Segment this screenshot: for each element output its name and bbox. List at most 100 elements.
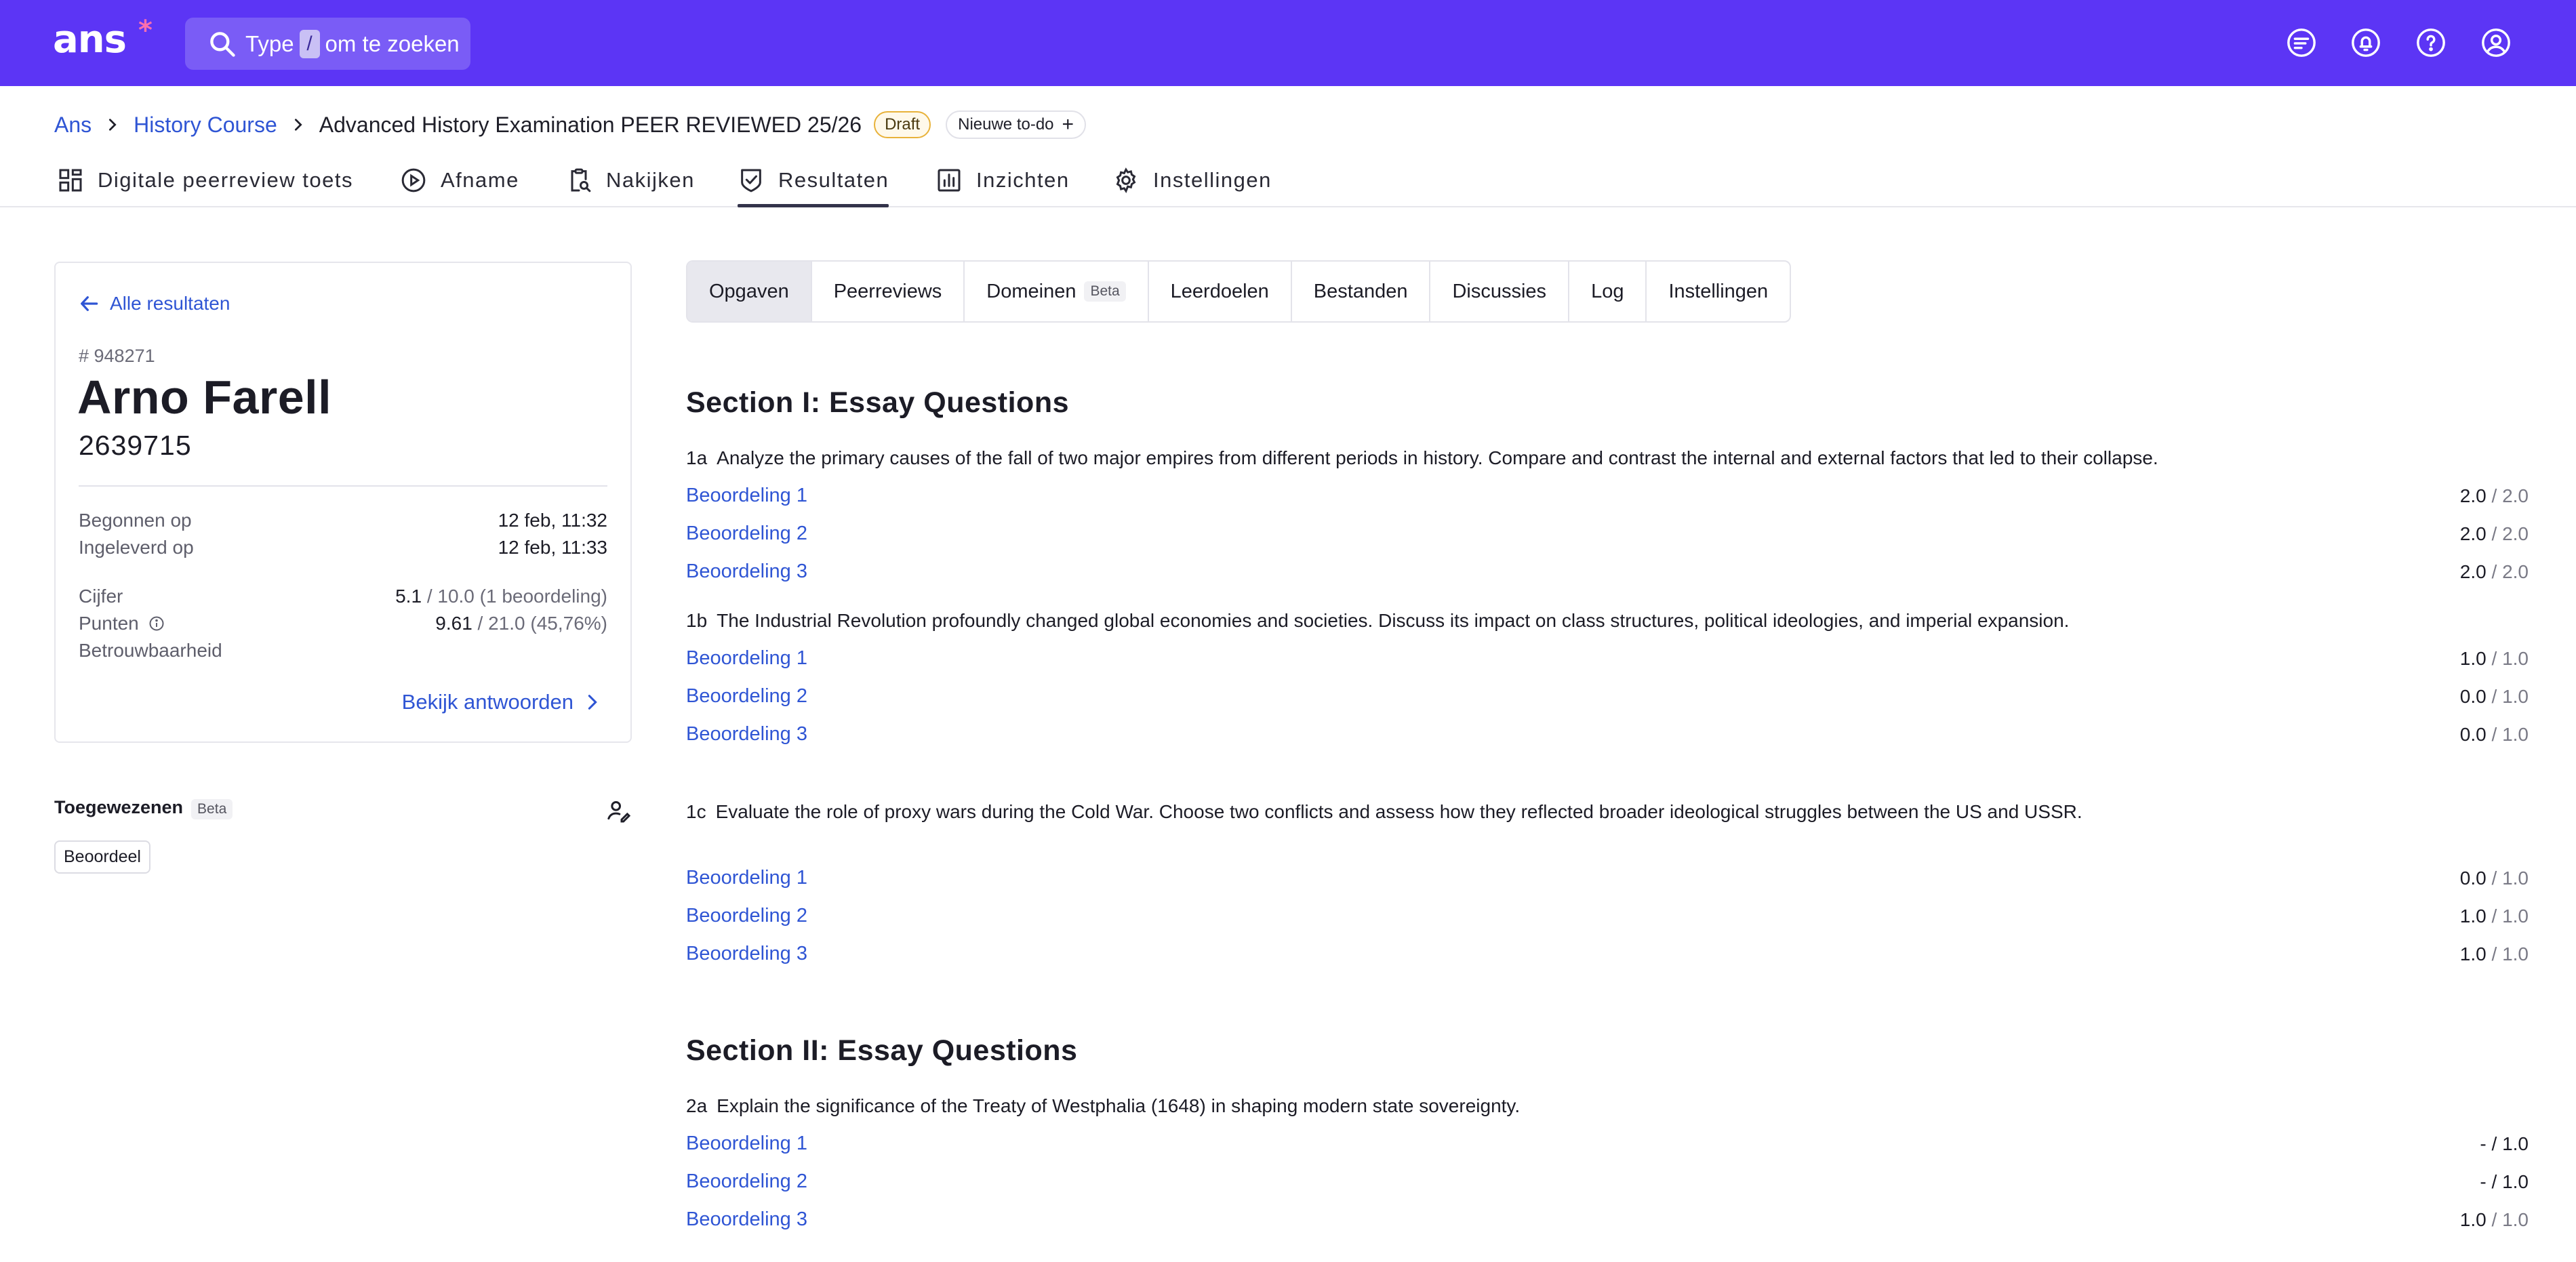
score-max: / 2.0 xyxy=(2491,523,2529,544)
question-body: Evaluate the role of proxy wars during t… xyxy=(715,801,2082,822)
review-link[interactable]: Beoordeling 3 xyxy=(686,1208,807,1231)
tab-domeinen[interactable]: Domeinen Beta xyxy=(965,262,1149,321)
score-value: 0.0 xyxy=(2459,686,2487,707)
logo-star: * xyxy=(138,15,153,46)
nav-item-inzichten[interactable]: Inzichten xyxy=(935,161,1070,199)
nav-item-resultaten[interactable]: Resultaten xyxy=(738,161,889,207)
review-score: 2.0 / 2.0 xyxy=(2460,485,2529,507)
new-todo-button[interactable]: Nieuwe to-do + xyxy=(946,110,1087,139)
review-link[interactable]: Beoordeling 3 xyxy=(686,561,807,583)
score-max: / 1.0 xyxy=(2491,905,2529,927)
breadcrumb-root[interactable]: Ans xyxy=(54,113,92,138)
info-icon[interactable] xyxy=(148,615,165,632)
tab-bestanden[interactable]: Bestanden xyxy=(1292,262,1431,321)
score-max: / 1.0 xyxy=(2491,686,2529,707)
help-icon[interactable] xyxy=(2415,27,2447,58)
points-label-wrap: Punten xyxy=(79,613,165,634)
clipboard-search-icon xyxy=(571,168,591,192)
student-name: Arno Farell xyxy=(77,371,332,424)
tab-instellingen[interactable]: Instellingen xyxy=(1647,262,1790,321)
nav-item-afname[interactable]: Afname xyxy=(400,161,519,199)
score-value: 1.0 xyxy=(2459,1209,2487,1230)
review-score: 2.0 / 2.0 xyxy=(2460,561,2529,583)
review-link[interactable]: Beoordeling 3 xyxy=(686,723,807,746)
search-icon xyxy=(210,31,235,57)
submitted-label: Ingeleverd op xyxy=(79,537,194,558)
review-score: 0.0 / 1.0 xyxy=(2460,724,2529,746)
question-text: 1b The Industrial Revolution profoundly c… xyxy=(686,610,2069,632)
review-score: - / 1.0 xyxy=(2480,1171,2529,1193)
review-link[interactable]: Beoordeling 2 xyxy=(686,1171,807,1193)
shield-check-icon xyxy=(741,169,761,192)
review-score: - / 1.0 xyxy=(2480,1133,2529,1155)
points-number: 9.61 xyxy=(435,613,472,634)
bar-chart-icon xyxy=(938,169,961,192)
divider xyxy=(79,485,607,487)
question-body: Analyze the primary causes of the fall o… xyxy=(717,447,2158,468)
nav-item-digitale-peerreview-toets[interactable]: Digitale peerreview toets xyxy=(57,161,353,199)
section-title: Section II: Essay Questions xyxy=(686,1034,1078,1067)
tab-peerreviews[interactable]: Peerreviews xyxy=(812,262,965,321)
started-label: Begonnen op xyxy=(79,510,192,531)
nav-item-nakijken[interactable]: Nakijken xyxy=(565,161,695,199)
tab-opgaven[interactable]: Opgaven xyxy=(687,262,812,321)
search-box[interactable]: Type / om te zoeken xyxy=(185,18,470,70)
breadcrumb-current: Advanced History Examination PEER REVIEW… xyxy=(319,112,862,137)
results-tabs: Opgaven Peerreviews Domeinen Beta Leerdoe… xyxy=(686,260,1792,323)
grade-value: 5.1 / 10.0 (1 beoordeling) xyxy=(395,586,607,607)
top-bar: ans * Type / om te zoeken xyxy=(0,0,2576,86)
nav-item-label: Digitale peerreview toets xyxy=(98,168,353,192)
review-link[interactable]: Beoordeling 1 xyxy=(686,1133,807,1155)
ans-logo[interactable]: ans * xyxy=(53,15,153,62)
tab-log[interactable]: Log xyxy=(1569,262,1647,321)
score-max: / 1.0 xyxy=(2491,724,2529,745)
score-max: / 1.0 xyxy=(2491,1209,2529,1230)
nav-item-label: Nakijken xyxy=(606,168,695,192)
grade-number: 5.1 xyxy=(395,586,422,607)
score-max: / 1.0 xyxy=(2491,868,2529,889)
assign-user-icon[interactable] xyxy=(605,797,632,824)
notifications-icon[interactable] xyxy=(2350,27,2381,58)
question-body: Explain the significance of the Treaty o… xyxy=(717,1095,1521,1116)
beta-badge: Beta xyxy=(191,799,233,819)
tab-leerdoelen[interactable]: Leerdoelen xyxy=(1149,262,1292,321)
score-max: / 1.0 xyxy=(2491,648,2529,669)
all-results-link[interactable]: Alle resultaten xyxy=(79,293,230,314)
arrow-left-icon xyxy=(81,296,98,311)
grid-icon xyxy=(59,169,82,192)
score-value: 0.0 xyxy=(2459,868,2487,889)
grade-label: Cijfer xyxy=(79,586,123,607)
account-icon[interactable] xyxy=(2480,27,2512,58)
nav-item-label: Inzichten xyxy=(976,168,1070,192)
review-link[interactable]: Beoordeling 1 xyxy=(686,485,807,507)
question-number: 1a xyxy=(686,447,708,468)
view-answers-link[interactable]: Bekijk antwoorden xyxy=(402,690,602,714)
question-number: 1b xyxy=(686,610,708,631)
chevron-right-icon xyxy=(588,695,597,710)
review-link[interactable]: Beoordeling 3 xyxy=(686,943,807,965)
feedback-icon[interactable] xyxy=(2286,27,2317,58)
breadcrumb-course[interactable]: History Course xyxy=(134,113,277,138)
score-value: - / 1.0 xyxy=(2480,1133,2529,1154)
nav-item-instellingen[interactable]: Instellingen xyxy=(1112,161,1272,199)
search-placeholder-suffix: om te zoeken xyxy=(325,30,460,56)
started-value: 12 feb, 11:32 xyxy=(498,510,607,531)
review-score: 1.0 / 1.0 xyxy=(2460,905,2529,927)
review-score: 2.0 / 2.0 xyxy=(2460,523,2529,545)
play-icon xyxy=(401,168,426,192)
score-value: 0.0 xyxy=(2459,724,2487,745)
score-max: / 2.0 xyxy=(2491,485,2529,506)
tab-discussies[interactable]: Discussies xyxy=(1430,262,1570,321)
grade-detail: / 10.0 (1 beoordeling) xyxy=(426,586,607,607)
points-detail: / 21.0 (45,76%) xyxy=(477,613,607,634)
review-link[interactable]: Beoordeling 1 xyxy=(686,647,807,670)
review-link[interactable]: Beoordeling 2 xyxy=(686,523,807,545)
review-link[interactable]: Beoordeling 2 xyxy=(686,905,807,927)
beta-badge: Beta xyxy=(1084,281,1126,302)
main-nav: Digitale peerreview toets Afname Nakijke… xyxy=(0,153,2576,207)
review-score: 1.0 / 1.0 xyxy=(2460,943,2529,965)
review-link[interactable]: Beoordeling 2 xyxy=(686,685,807,708)
review-link[interactable]: Beoordeling 1 xyxy=(686,867,807,889)
nav-item-label: Instellingen xyxy=(1153,168,1272,192)
student-number: 2639715 xyxy=(79,430,192,461)
